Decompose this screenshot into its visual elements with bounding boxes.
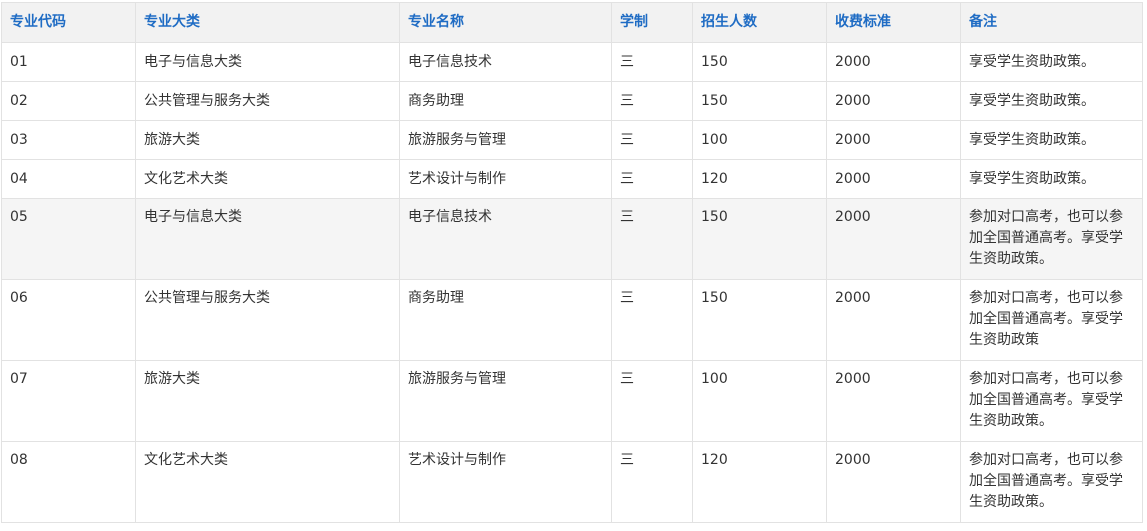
cell-remarks: 参加对口高考，也可以参加全国普通高考。享受学生资助政策。 [960,360,1143,442]
header-major-category: 专业大类 [135,2,400,43]
cell-major-code: 04 [1,159,136,199]
cell-major-name: 商务助理 [399,81,612,121]
cell-major-category: 文化艺术大类 [135,441,400,523]
header-major-name: 专业名称 [399,2,612,43]
cell-enrollment: 150 [692,198,827,280]
cell-enrollment: 100 [692,360,827,442]
cell-major-code: 08 [1,441,136,523]
cell-major-code: 06 [1,279,136,361]
cell-remarks: 享受学生资助政策。 [960,42,1143,82]
cell-duration: 三 [611,360,693,442]
cell-enrollment: 150 [692,42,827,82]
cell-major-name: 商务助理 [399,279,612,361]
table-row: 02 公共管理与服务大类 商务助理 三 150 2000 享受学生资助政策。 [1,81,1143,121]
cell-enrollment: 100 [692,120,827,160]
cell-remarks: 参加对口高考，也可以参加全国普通高考。享受学生资助政策。 [960,441,1143,523]
cell-tuition: 2000 [826,279,961,361]
cell-duration: 三 [611,279,693,361]
cell-major-code: 05 [1,198,136,280]
enrollment-table-container: 专业代码 专业大类 专业名称 学制 招生人数 收费标准 备注 01 电子与信息大… [1,2,1143,523]
cell-major-name: 艺术设计与制作 [399,159,612,199]
cell-tuition: 2000 [826,441,961,523]
cell-major-code: 03 [1,120,136,160]
cell-duration: 三 [611,441,693,523]
cell-enrollment: 120 [692,159,827,199]
cell-major-name: 艺术设计与制作 [399,441,612,523]
cell-major-category: 公共管理与服务大类 [135,279,400,361]
table-row: 07 旅游大类 旅游服务与管理 三 100 2000 参加对口高考，也可以参加全… [1,360,1143,442]
header-duration: 学制 [611,2,693,43]
table-row: 03 旅游大类 旅游服务与管理 三 100 2000 享受学生资助政策。 [1,120,1143,160]
cell-major-code: 02 [1,81,136,121]
cell-remarks: 享受学生资助政策。 [960,159,1143,199]
cell-major-name: 电子信息技术 [399,198,612,280]
cell-remarks: 享受学生资助政策。 [960,120,1143,160]
enrollment-table: 专业代码 专业大类 专业名称 学制 招生人数 收费标准 备注 01 电子与信息大… [1,2,1143,523]
cell-major-category: 旅游大类 [135,360,400,442]
cell-major-category: 电子与信息大类 [135,198,400,280]
cell-enrollment: 150 [692,279,827,361]
table-row: 05 电子与信息大类 电子信息技术 三 150 2000 参加对口高考，也可以参… [1,198,1143,280]
cell-major-code: 07 [1,360,136,442]
cell-duration: 三 [611,81,693,121]
cell-duration: 三 [611,120,693,160]
cell-major-category: 电子与信息大类 [135,42,400,82]
cell-tuition: 2000 [826,360,961,442]
header-enrollment: 招生人数 [692,2,827,43]
cell-duration: 三 [611,159,693,199]
header-tuition: 收费标准 [826,2,961,43]
cell-remarks: 参加对口高考，也可以参加全国普通高考。享受学生资助政策 [960,279,1143,361]
cell-major-category: 文化艺术大类 [135,159,400,199]
cell-tuition: 2000 [826,198,961,280]
cell-remarks: 参加对口高考，也可以参加全国普通高考。享受学生资助政策。 [960,198,1143,280]
cell-enrollment: 150 [692,81,827,121]
cell-tuition: 2000 [826,120,961,160]
table-row: 08 文化艺术大类 艺术设计与制作 三 120 2000 参加对口高考，也可以参… [1,441,1143,523]
header-remarks: 备注 [960,2,1143,43]
cell-tuition: 2000 [826,42,961,82]
cell-tuition: 2000 [826,159,961,199]
table-row: 04 文化艺术大类 艺术设计与制作 三 120 2000 享受学生资助政策。 [1,159,1143,199]
cell-duration: 三 [611,198,693,280]
table-header-row: 专业代码 专业大类 专业名称 学制 招生人数 收费标准 备注 [1,2,1143,43]
table-row: 06 公共管理与服务大类 商务助理 三 150 2000 参加对口高考，也可以参… [1,279,1143,361]
table-row: 01 电子与信息大类 电子信息技术 三 150 2000 享受学生资助政策。 [1,42,1143,82]
cell-tuition: 2000 [826,81,961,121]
cell-major-name: 旅游服务与管理 [399,120,612,160]
cell-major-category: 公共管理与服务大类 [135,81,400,121]
cell-major-code: 01 [1,42,136,82]
cell-enrollment: 120 [692,441,827,523]
header-major-code: 专业代码 [1,2,136,43]
cell-remarks: 享受学生资助政策。 [960,81,1143,121]
cell-duration: 三 [611,42,693,82]
cell-major-name: 旅游服务与管理 [399,360,612,442]
cell-major-category: 旅游大类 [135,120,400,160]
cell-major-name: 电子信息技术 [399,42,612,82]
